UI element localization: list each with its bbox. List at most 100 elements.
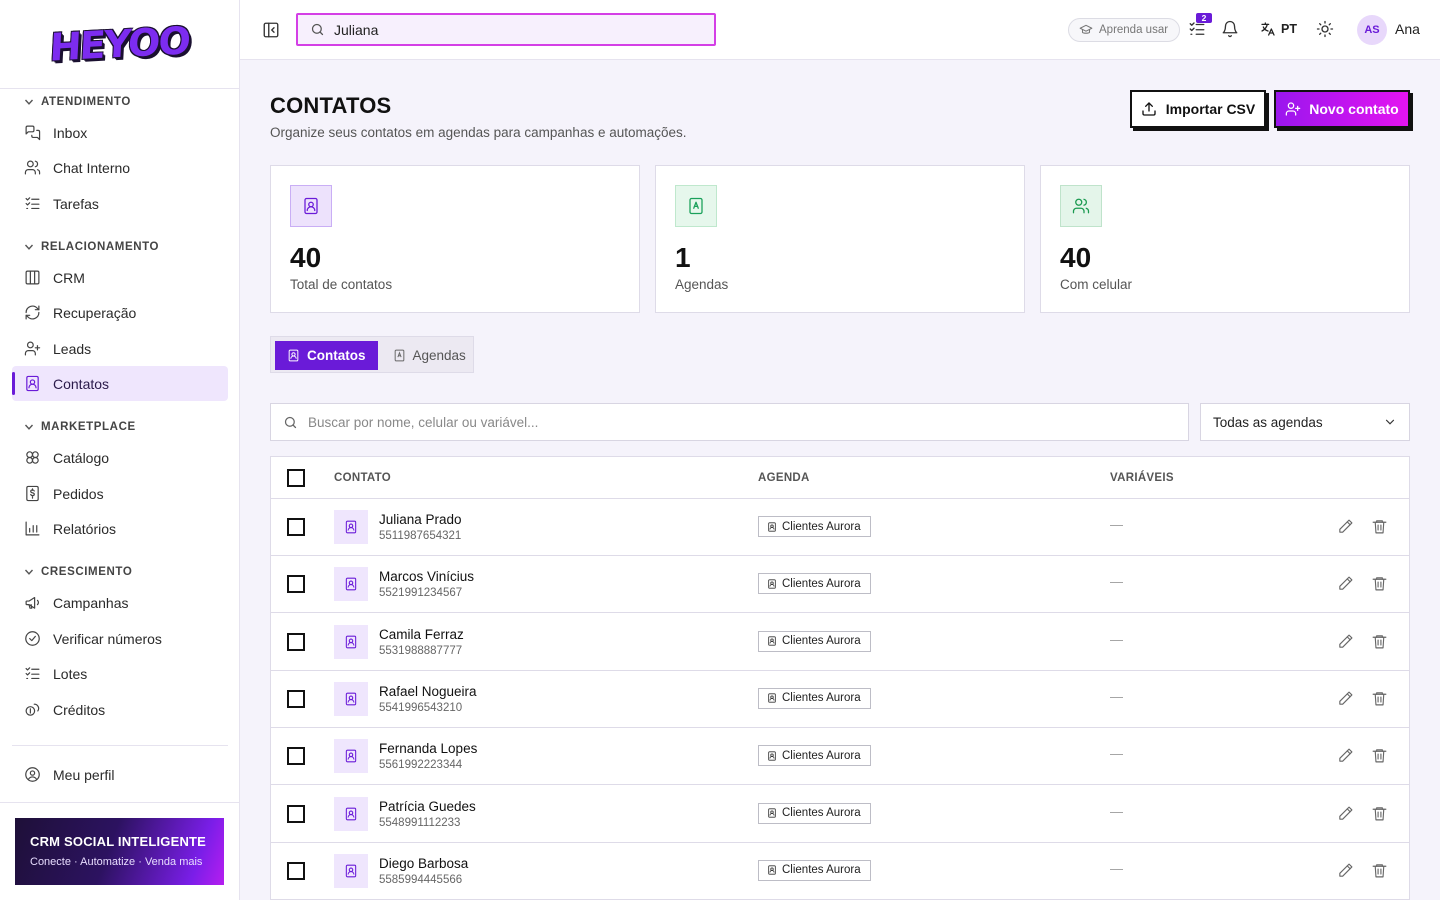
- section-relacionamento[interactable]: RELACIONAMENTO: [24, 241, 159, 253]
- variables-value: —: [1110, 746, 1123, 762]
- contact-name: Marcos Vinícius: [379, 569, 475, 585]
- column-header-contact[interactable]: CONTATO: [334, 472, 391, 484]
- learn-button[interactable]: Aprenda usar: [1068, 18, 1181, 42]
- learn-button-label: Aprenda usar: [1099, 24, 1169, 36]
- agenda-tag[interactable]: Clientes Aurora: [758, 687, 871, 709]
- sidebar-item-relatorios[interactable]: Relatórios: [12, 511, 228, 546]
- row-checkbox[interactable]: [287, 747, 305, 766]
- language-switcher[interactable]: PT: [1260, 21, 1297, 37]
- select-all-checkbox[interactable]: [287, 469, 305, 487]
- row-checkbox[interactable]: [287, 632, 305, 651]
- agenda-tag[interactable]: Clientes Aurora: [758, 573, 871, 595]
- trash-icon[interactable]: [1371, 805, 1388, 822]
- import-csv-button[interactable]: Importar CSV: [1130, 90, 1266, 128]
- sidebar-item-verificar-numeros[interactable]: Verificar números: [12, 621, 228, 656]
- table-row[interactable]: Camila Ferraz 5531988887777 Clientes Aur…: [271, 614, 1409, 671]
- tab-agendas[interactable]: Agendas: [381, 341, 478, 370]
- contact-avatar-icon: [334, 510, 368, 544]
- language-label: PT: [1281, 22, 1297, 36]
- sidebar-item-contatos[interactable]: Contatos: [12, 366, 228, 401]
- sidebar-item-leads[interactable]: Leads: [12, 331, 228, 366]
- agenda-tag[interactable]: Clientes Aurora: [758, 802, 871, 824]
- column-header-variables[interactable]: VARIÁVEIS: [1110, 472, 1174, 484]
- global-search[interactable]: [296, 13, 716, 46]
- promo-banner[interactable]: CRM SOCIAL INTELIGENTE Conecte · Automat…: [15, 818, 224, 885]
- sidebar-item-catalogo[interactable]: Catálogo: [12, 440, 228, 475]
- sidebar-item-pedidos[interactable]: Pedidos: [12, 476, 228, 511]
- new-contact-button[interactable]: Novo contato: [1274, 90, 1410, 128]
- sidebar-item-creditos[interactable]: Créditos: [12, 692, 228, 727]
- variables-value: —: [1110, 631, 1123, 647]
- sidebar-item-crm[interactable]: CRM: [12, 260, 228, 295]
- contact-avatar-icon: [334, 796, 368, 831]
- row-checkbox[interactable]: [287, 518, 305, 536]
- trash-icon[interactable]: [1371, 633, 1388, 650]
- contact-name: Patrícia Guedes: [379, 798, 476, 814]
- agenda-tag[interactable]: Clientes Aurora: [758, 745, 871, 767]
- sidebar-item-campanhas[interactable]: Campanhas: [12, 585, 228, 620]
- megaphone-icon: [25, 596, 40, 609]
- tab-contatos[interactable]: Contatos: [275, 341, 378, 370]
- agenda-tag[interactable]: Clientes Aurora: [758, 630, 871, 652]
- sidebar-divider: [0, 802, 239, 803]
- sidebar-item-recuperacao[interactable]: Recuperação: [12, 295, 228, 330]
- section-atendimento[interactable]: ATENDIMENTO: [24, 96, 131, 108]
- trash-icon[interactable]: [1371, 518, 1388, 535]
- avatar[interactable]: AS: [1357, 15, 1387, 45]
- chevron-down-icon: [24, 99, 34, 105]
- sun-icon[interactable]: [1316, 20, 1334, 38]
- edit-icon[interactable]: [1337, 747, 1354, 764]
- table-row[interactable]: Patrícia Guedes 5548991112233 Clientes A…: [271, 786, 1409, 843]
- agenda-filter-select[interactable]: Todas as agendas: [1200, 403, 1410, 441]
- agenda-tag[interactable]: Clientes Aurora: [758, 859, 871, 881]
- global-search-input[interactable]: [334, 21, 694, 38]
- sidebar-item-lotes[interactable]: Lotes: [12, 656, 228, 691]
- sidebar-item-chat-interno[interactable]: Chat Interno: [12, 150, 228, 185]
- sidebar-item-inbox[interactable]: Inbox: [12, 115, 228, 150]
- edit-icon[interactable]: [1337, 518, 1354, 535]
- app-logo[interactable]: HEYOO: [49, 18, 190, 69]
- table-row[interactable]: Diego Barbosa 5585994445566 Clientes Aur…: [271, 843, 1409, 900]
- row-checkbox[interactable]: [287, 804, 305, 823]
- sidebar-item-tarefas[interactable]: Tarefas: [12, 186, 228, 221]
- edit-icon[interactable]: [1337, 575, 1354, 592]
- users-icon: [24, 160, 41, 175]
- trash-icon[interactable]: [1371, 862, 1388, 879]
- sidebar-item-label: Recuperação: [53, 304, 137, 321]
- section-marketplace[interactable]: MARKETPLACE: [24, 421, 136, 433]
- table-row[interactable]: Juliana Prado 5511987654321 Clientes Aur…: [271, 499, 1409, 556]
- trash-icon[interactable]: [1371, 690, 1388, 707]
- chat-bubbles-icon: [25, 125, 41, 141]
- user-name[interactable]: Ana: [1395, 21, 1420, 37]
- import-csv-label: Importar CSV: [1165, 101, 1256, 117]
- promo-subtitle: Conecte · Automatize · Venda mais: [30, 856, 203, 868]
- contact-search-input[interactable]: [308, 414, 1168, 430]
- contact-search[interactable]: [270, 403, 1189, 441]
- stat-card-celular: 40 Com celular: [1040, 165, 1410, 313]
- section-crescimento[interactable]: CRESCIMENTO: [24, 566, 132, 578]
- stat-label: Com celular: [1060, 277, 1133, 292]
- trash-icon[interactable]: [1371, 575, 1388, 592]
- trash-icon[interactable]: [1371, 747, 1388, 764]
- bell-icon[interactable]: [1221, 20, 1239, 38]
- sidebar-toggle-icon[interactable]: [262, 21, 280, 39]
- chevron-down-icon: [24, 424, 34, 430]
- row-checkbox[interactable]: [287, 861, 305, 880]
- sidebar-item-label: Verificar números: [53, 630, 162, 647]
- edit-icon[interactable]: [1337, 690, 1354, 707]
- table-row[interactable]: Fernanda Lopes 5561992223344 Clientes Au…: [271, 728, 1409, 786]
- stat-label: Total de contatos: [290, 277, 393, 292]
- agenda-tag[interactable]: Clientes Aurora: [758, 516, 871, 537]
- edit-icon[interactable]: [1337, 633, 1354, 650]
- row-checkbox[interactable]: [287, 575, 305, 594]
- stat-label: Agendas: [675, 277, 729, 292]
- variables-value: —: [1110, 860, 1123, 876]
- table-row[interactable]: Rafael Nogueira 5541996543210 Clientes A…: [271, 671, 1409, 728]
- page-subtitle: Organize seus contatos em agendas para c…: [270, 125, 687, 140]
- column-header-agenda[interactable]: AGENDA: [758, 472, 810, 484]
- sidebar-item-meu-perfil[interactable]: Meu perfil: [12, 757, 228, 792]
- edit-icon[interactable]: [1337, 805, 1354, 822]
- table-row[interactable]: Marcos Vinícius 5521991234567 Clientes A…: [271, 556, 1409, 614]
- edit-icon[interactable]: [1337, 862, 1354, 879]
- row-checkbox[interactable]: [287, 689, 305, 708]
